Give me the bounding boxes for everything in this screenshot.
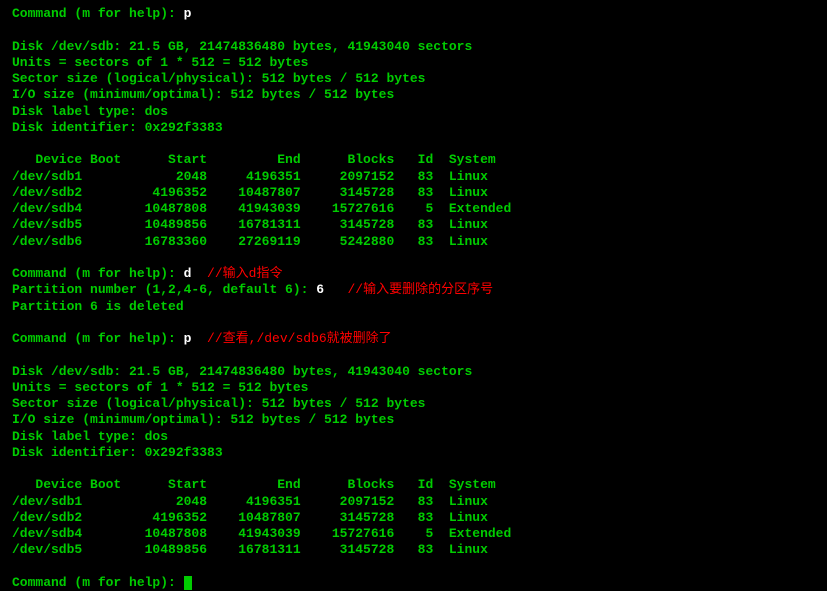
blank-line [12,315,815,331]
table-row: /dev/sdb1 2048 4196351 2097152 83 Linux [12,494,815,510]
blank-line [12,136,815,152]
table-row: /dev/sdb6 16783360 27269119 5242880 83 L… [12,234,815,250]
disk-info: Disk label type: dos [12,104,815,120]
user-input: p [184,6,192,21]
disk-info: Units = sectors of 1 * 512 = 512 bytes [12,380,815,396]
partition-prompt: Partition number (1,2,4-6, default 6): [12,282,316,297]
blank-line [12,250,815,266]
disk-info: Disk label type: dos [12,429,815,445]
prompt-label: Command (m for help): [12,266,184,281]
disk-info: Sector size (logical/physical): 512 byte… [12,71,815,87]
user-input: 6 [316,282,324,297]
command-line: Command (m for help): p [12,6,815,22]
disk-info: Disk identifier: 0x292f3383 [12,120,815,136]
prompt-label: Command (m for help): [12,575,184,590]
disk-info: I/O size (minimum/optimal): 512 bytes / … [12,412,815,428]
prompt-label: Command (m for help): [12,6,184,21]
deleted-message: Partition 6 is deleted [12,299,815,315]
table-row: /dev/sdb4 10487808 41943039 15727616 5 E… [12,526,815,542]
annotation-text: //输入要删除的分区序号 [324,282,493,297]
annotation-text: //输入d指令 [191,266,282,281]
partition-prompt-line: Partition number (1,2,4-6, default 6): 6… [12,282,815,298]
disk-info: I/O size (minimum/optimal): 512 bytes / … [12,87,815,103]
table-row: /dev/sdb1 2048 4196351 2097152 83 Linux [12,169,815,185]
table-header: Device Boot Start End Blocks Id System [12,477,815,493]
disk-info: Disk /dev/sdb: 21.5 GB, 21474836480 byte… [12,364,815,380]
table-row: /dev/sdb2 4196352 10487807 3145728 83 Li… [12,510,815,526]
disk-info: Units = sectors of 1 * 512 = 512 bytes [12,55,815,71]
table-row: /dev/sdb2 4196352 10487807 3145728 83 Li… [12,185,815,201]
blank-line [12,347,815,363]
cursor-icon [184,576,192,590]
command-line: Command (m for help): d //输入d指令 [12,266,815,282]
blank-line [12,22,815,38]
annotation-text: //查看,/dev/sdb6就被删除了 [191,331,391,346]
blank-line [12,461,815,477]
prompt-label: Command (m for help): [12,331,184,346]
disk-info: Sector size (logical/physical): 512 byte… [12,396,815,412]
command-line[interactable]: Command (m for help): [12,575,815,591]
table-row: /dev/sdb4 10487808 41943039 15727616 5 E… [12,201,815,217]
disk-info: Disk /dev/sdb: 21.5 GB, 21474836480 byte… [12,39,815,55]
command-line: Command (m for help): p //查看,/dev/sdb6就被… [12,331,815,347]
table-row: /dev/sdb5 10489856 16781311 3145728 83 L… [12,217,815,233]
disk-info: Disk identifier: 0x292f3383 [12,445,815,461]
table-header: Device Boot Start End Blocks Id System [12,152,815,168]
table-row: /dev/sdb5 10489856 16781311 3145728 83 L… [12,542,815,558]
blank-line [12,559,815,575]
